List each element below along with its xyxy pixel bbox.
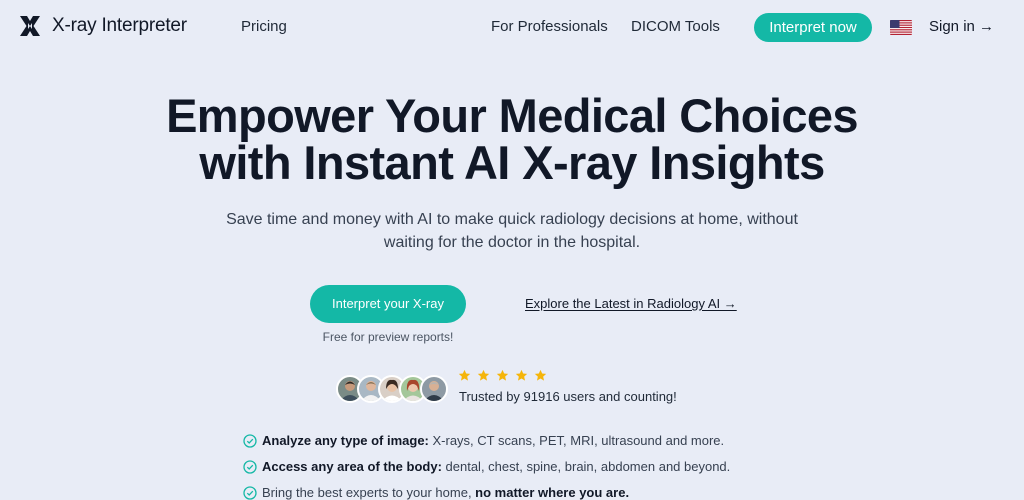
brand-name: X-ray Interpreter: [52, 15, 187, 36]
check-circle-icon: [243, 459, 257, 474]
feature-item: Bring the best experts to your home, no …: [243, 485, 803, 500]
feature-text: Analyze any type of image: X-rays, CT sc…: [262, 433, 725, 448]
rating-stars: [458, 369, 547, 382]
nav-pricing-link[interactable]: Pricing: [241, 18, 287, 35]
check-circle-icon: [243, 485, 257, 500]
hero-title: Empower Your Medical Choices with Instan…: [0, 92, 1024, 186]
feature-item: Analyze any type of image: X-rays, CT sc…: [243, 433, 803, 448]
feature-item: Access any area of the body: dental, che…: [243, 459, 803, 474]
hero-subtitle: Save time and money with AI to make quic…: [226, 211, 798, 251]
x-logo-icon: [20, 16, 40, 36]
top-nav: X-ray Interpreter Pricing For Profession…: [0, 0, 1024, 54]
sign-in-link[interactable]: Sign in →: [929, 18, 994, 35]
avatar: [420, 375, 448, 403]
cta-note: Free for preview reports!: [322, 330, 454, 344]
explore-radiology-link[interactable]: Explore the Latest in Radiology AI →: [525, 296, 737, 311]
hero-title-line-2: with Instant AI X-ray Insights: [199, 136, 825, 189]
interpret-now-button[interactable]: Interpret now: [754, 13, 872, 42]
nav-dicom-tools-link[interactable]: DICOM Tools: [631, 18, 720, 35]
star-icon: [534, 369, 547, 381]
hero-title-line-1: Empower Your Medical Choices: [166, 89, 858, 142]
star-icon: [515, 369, 528, 381]
check-circle-icon: [243, 433, 257, 448]
interpret-xray-button[interactable]: Interpret your X-ray: [310, 285, 466, 323]
feature-text: Bring the best experts to your home, no …: [262, 485, 630, 500]
star-icon: [477, 369, 490, 381]
us-flag-icon[interactable]: [890, 20, 912, 35]
brand-link[interactable]: X-ray Interpreter: [18, 14, 187, 38]
feature-text: Access any area of the body: dental, che…: [262, 459, 731, 474]
star-icon: [458, 369, 471, 381]
nav-professionals-link[interactable]: For Professionals: [491, 18, 608, 35]
trusted-users-text: Trusted by 91916 users and counting!: [459, 389, 677, 404]
star-icon: [496, 369, 509, 381]
